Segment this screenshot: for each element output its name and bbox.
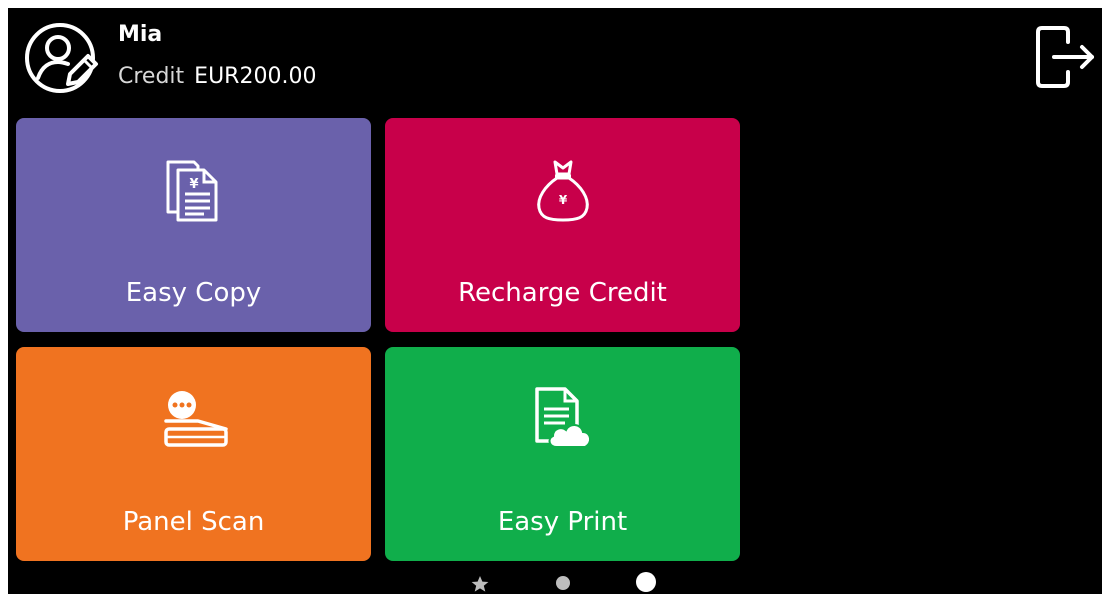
cloud-print-document-icon — [534, 387, 591, 448]
credit-value: EUR200.00 — [194, 64, 317, 89]
tile-easy-copy[interactable]: ¥ Easy Copy — [16, 118, 371, 332]
svg-text:¥: ¥ — [189, 177, 198, 192]
home-screen: Mia Credit EUR200.00 ¥ Easy Copy ¥ Recha… — [8, 8, 1102, 594]
page-dot[interactable] — [556, 576, 570, 590]
tile-easy-print[interactable]: Easy Print — [385, 347, 740, 561]
user-name: Mia — [118, 22, 163, 47]
user-info: Mia Credit EUR200.00 — [24, 18, 316, 98]
money-bag-icon: ¥ — [536, 160, 589, 222]
tile-recharge-credit[interactable]: ¥ Recharge Credit — [385, 118, 740, 332]
page-indicator — [471, 572, 656, 592]
tile-label: Panel Scan — [122, 507, 265, 537]
credit-line: Credit EUR200.00 — [118, 64, 316, 89]
scanner-icon — [163, 391, 228, 447]
credit-label: Credit — [118, 64, 185, 89]
tile-label: Easy Copy — [125, 278, 262, 308]
favorites-star-icon[interactable] — [471, 576, 489, 592]
logout-icon[interactable] — [1032, 24, 1098, 90]
user-edit-icon[interactable] — [24, 20, 100, 96]
tile-label: Easy Print — [497, 507, 628, 537]
page-dot-active[interactable] — [636, 572, 656, 592]
tile-panel-scan[interactable]: Panel Scan — [16, 347, 371, 561]
tile-label: Recharge Credit — [458, 278, 667, 308]
copy-documents-icon: ¥ — [166, 160, 217, 222]
svg-text:¥: ¥ — [558, 193, 567, 207]
